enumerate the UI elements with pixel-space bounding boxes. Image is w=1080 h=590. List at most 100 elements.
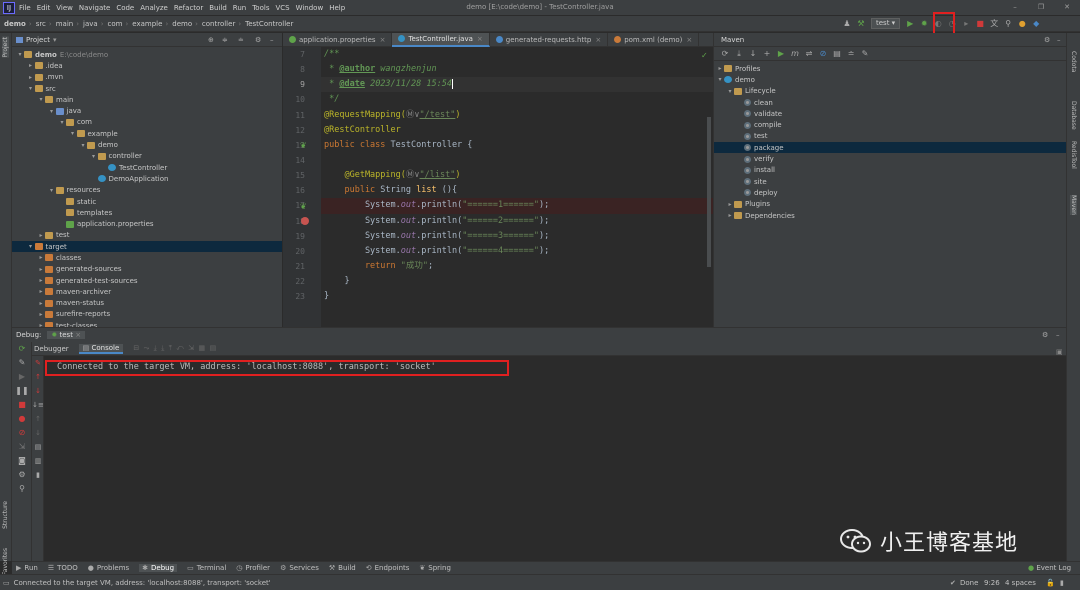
more-run-icon[interactable]: ▸ <box>961 19 971 29</box>
close-tab-icon[interactable]: × <box>477 32 483 46</box>
maximize-icon[interactable]: ❐ <box>1036 2 1046 12</box>
project-tree-item[interactable]: ▸ .idea <box>12 60 282 71</box>
update-icon[interactable]: ● <box>1017 19 1027 29</box>
modify-config-icon[interactable]: ✎ <box>12 356 32 370</box>
gear-icon[interactable]: ⚙ <box>1044 36 1050 44</box>
soft-wrap-icon[interactable]: ↓≡ <box>32 398 44 412</box>
favorites-tool-tab[interactable]: Favorites <box>2 548 9 575</box>
down-arrow-icon[interactable]: ↓ <box>32 384 44 398</box>
up-arrow-icon[interactable]: ↑ <box>32 370 44 384</box>
stop-icon[interactable]: ■ <box>975 19 985 29</box>
chevron-right-icon[interactable]: ▸ <box>716 65 724 72</box>
hide-panel-icon[interactable]: – <box>270 36 274 44</box>
chevron-down-icon[interactable]: ▾ <box>27 243 35 250</box>
project-tree-item[interactable]: templates <box>12 207 282 218</box>
project-tree-item[interactable]: ▸ .mvn <box>12 72 282 83</box>
breadcrumb-item[interactable]: src <box>36 20 46 28</box>
resume-icon[interactable]: ▶ <box>12 370 32 384</box>
pause-icon[interactable]: ❚❚ <box>12 384 32 398</box>
maven-tree-item[interactable]: verify <box>714 153 1066 164</box>
project-tree-item[interactable]: ▸ maven-status <box>12 298 282 309</box>
close-window-icon[interactable]: ✕ <box>1062 2 1072 12</box>
chevron-right-icon[interactable]: ▸ <box>37 277 45 284</box>
maven-tree-item[interactable]: compile <box>714 119 1066 130</box>
debug-session-tab[interactable]: ✹ test × <box>47 331 86 339</box>
camera-icon[interactable]: ◙ <box>12 454 32 468</box>
mute-breakpoints-icon[interactable]: ⊘ <box>12 426 32 440</box>
code-view[interactable]: /** * @author wangzhenjun * @date 2023/1… <box>321 47 713 327</box>
chevron-down-icon[interactable]: ▾ <box>716 76 724 83</box>
chevron-down-icon[interactable]: ▾ <box>58 119 66 126</box>
breakpoint-icon[interactable] <box>301 217 309 225</box>
editor-tab[interactable]: pom.xml (demo) × <box>608 32 700 47</box>
spring-endpoint-icon[interactable]: ❦ <box>300 202 307 211</box>
project-tree-item[interactable]: ▾ main <box>12 94 282 105</box>
maven-tree-item[interactable]: test <box>714 131 1066 142</box>
chevron-down-icon[interactable]: ▾ <box>726 88 734 95</box>
project-tree-item[interactable]: ▾ controller <box>12 151 282 162</box>
restore-layout-icon[interactable]: ▣ <box>1056 348 1063 356</box>
project-tree-item[interactable]: ▾ resources <box>12 185 282 196</box>
expand-all-icon[interactable]: ≑ <box>222 36 228 44</box>
lock-icon[interactable]: 🔓 <box>1046 579 1055 587</box>
down-icon[interactable]: ↓ <box>32 426 44 440</box>
project-tool-tab[interactable]: Project <box>2 37 9 58</box>
maven-tree-item[interactable]: package <box>714 142 1066 154</box>
breadcrumb-item[interactable]: main <box>56 20 74 28</box>
status-toggle-icon[interactable]: ▭ <box>3 579 10 587</box>
project-tree-item[interactable]: ▸ classes <box>12 252 282 263</box>
project-tree-item[interactable]: ▸ maven-archiver <box>12 286 282 297</box>
tool-tab-endpoints[interactable]: ⟲ Endpoints <box>366 564 410 572</box>
gear-icon[interactable]: ⚙ <box>1042 331 1048 339</box>
inspection-ok-icon[interactable]: ✓ <box>701 51 708 60</box>
download-icon[interactable]: ↓ <box>748 49 758 59</box>
get-thread-dump-icon[interactable]: ⇲ <box>12 440 32 454</box>
chevron-down-icon[interactable]: ▾ <box>37 96 45 103</box>
breadcrumb-item[interactable]: demo <box>4 20 26 28</box>
user-icon[interactable]: ♟ <box>842 19 852 29</box>
spring-bean-icon[interactable]: ❦ <box>300 141 307 150</box>
project-tree-item[interactable]: ▸ generated-sources <box>12 264 282 275</box>
tool-tab-terminal[interactable]: ▭ Terminal <box>187 564 226 572</box>
chevron-right-icon[interactable]: ▸ <box>27 74 35 81</box>
codota-tool-tab[interactable]: Codota <box>1070 51 1077 72</box>
collapse-all-icon[interactable]: ≐ <box>846 49 856 59</box>
chevron-down-icon[interactable]: ▾ <box>90 153 98 160</box>
project-tree-item[interactable]: DemoApplication <box>12 173 282 184</box>
chevron-right-icon[interactable]: ▸ <box>726 201 734 208</box>
tool-tab-problems[interactable]: ● Problems <box>88 564 129 572</box>
project-tree-item[interactable]: TestController <box>12 162 282 173</box>
maven-tree-item[interactable]: ▾ Lifecycle <box>714 86 1066 97</box>
tool-tab-spring[interactable]: ❦ Spring <box>419 564 450 572</box>
maven-tree-item[interactable]: ▸ Profiles <box>714 63 1066 74</box>
chevron-down-icon[interactable]: ▾ <box>27 85 35 92</box>
toggle-offline-icon[interactable]: ⇌ <box>804 49 814 59</box>
scroll-to-end-icon[interactable]: ▤ <box>32 440 44 454</box>
print-icon[interactable]: ▥ <box>32 454 44 468</box>
rerun-icon[interactable]: ⟳ <box>12 342 32 356</box>
breadcrumb-item[interactable]: com <box>108 20 123 28</box>
project-tree-item[interactable]: ▾ demo <box>12 139 282 150</box>
editor-tab[interactable]: application.properties × <box>283 32 393 47</box>
project-tree-item[interactable]: ▸ generated-test-sources <box>12 275 282 286</box>
chevron-right-icon[interactable]: ▸ <box>37 266 45 273</box>
tool-tab-services[interactable]: ⚙ Services <box>280 564 319 572</box>
view-breakpoints-icon[interactable]: ● <box>12 412 32 426</box>
maven-tree-item[interactable]: ▾ demo <box>714 74 1066 85</box>
add-icon[interactable]: + <box>762 49 772 59</box>
chevron-right-icon[interactable]: ▸ <box>27 62 35 69</box>
hide-panel-icon[interactable]: – <box>1056 331 1060 339</box>
project-tree-item[interactable]: application.properties <box>12 218 282 229</box>
maven-tree-item[interactable]: validate <box>714 108 1066 119</box>
chevron-down-icon[interactable]: ▾ <box>48 187 56 194</box>
maven-goal-icon[interactable]: m <box>790 49 800 59</box>
translate-icon[interactable]: 文 <box>989 19 999 29</box>
tab-console[interactable]: ▤ Console <box>78 343 124 354</box>
minimize-icon[interactable]: – <box>1010 2 1020 12</box>
tool-tab-run[interactable]: ▶ Run <box>16 564 38 572</box>
editor-tab[interactable]: TestController.java × <box>392 32 490 47</box>
structure-tool-tab[interactable]: Structure <box>2 501 9 529</box>
build-hammer-icon[interactable]: ⚒ <box>856 19 866 29</box>
run-icon[interactable]: ▶ <box>776 49 786 59</box>
settings-icon[interactable]: ⚙ <box>12 468 32 482</box>
